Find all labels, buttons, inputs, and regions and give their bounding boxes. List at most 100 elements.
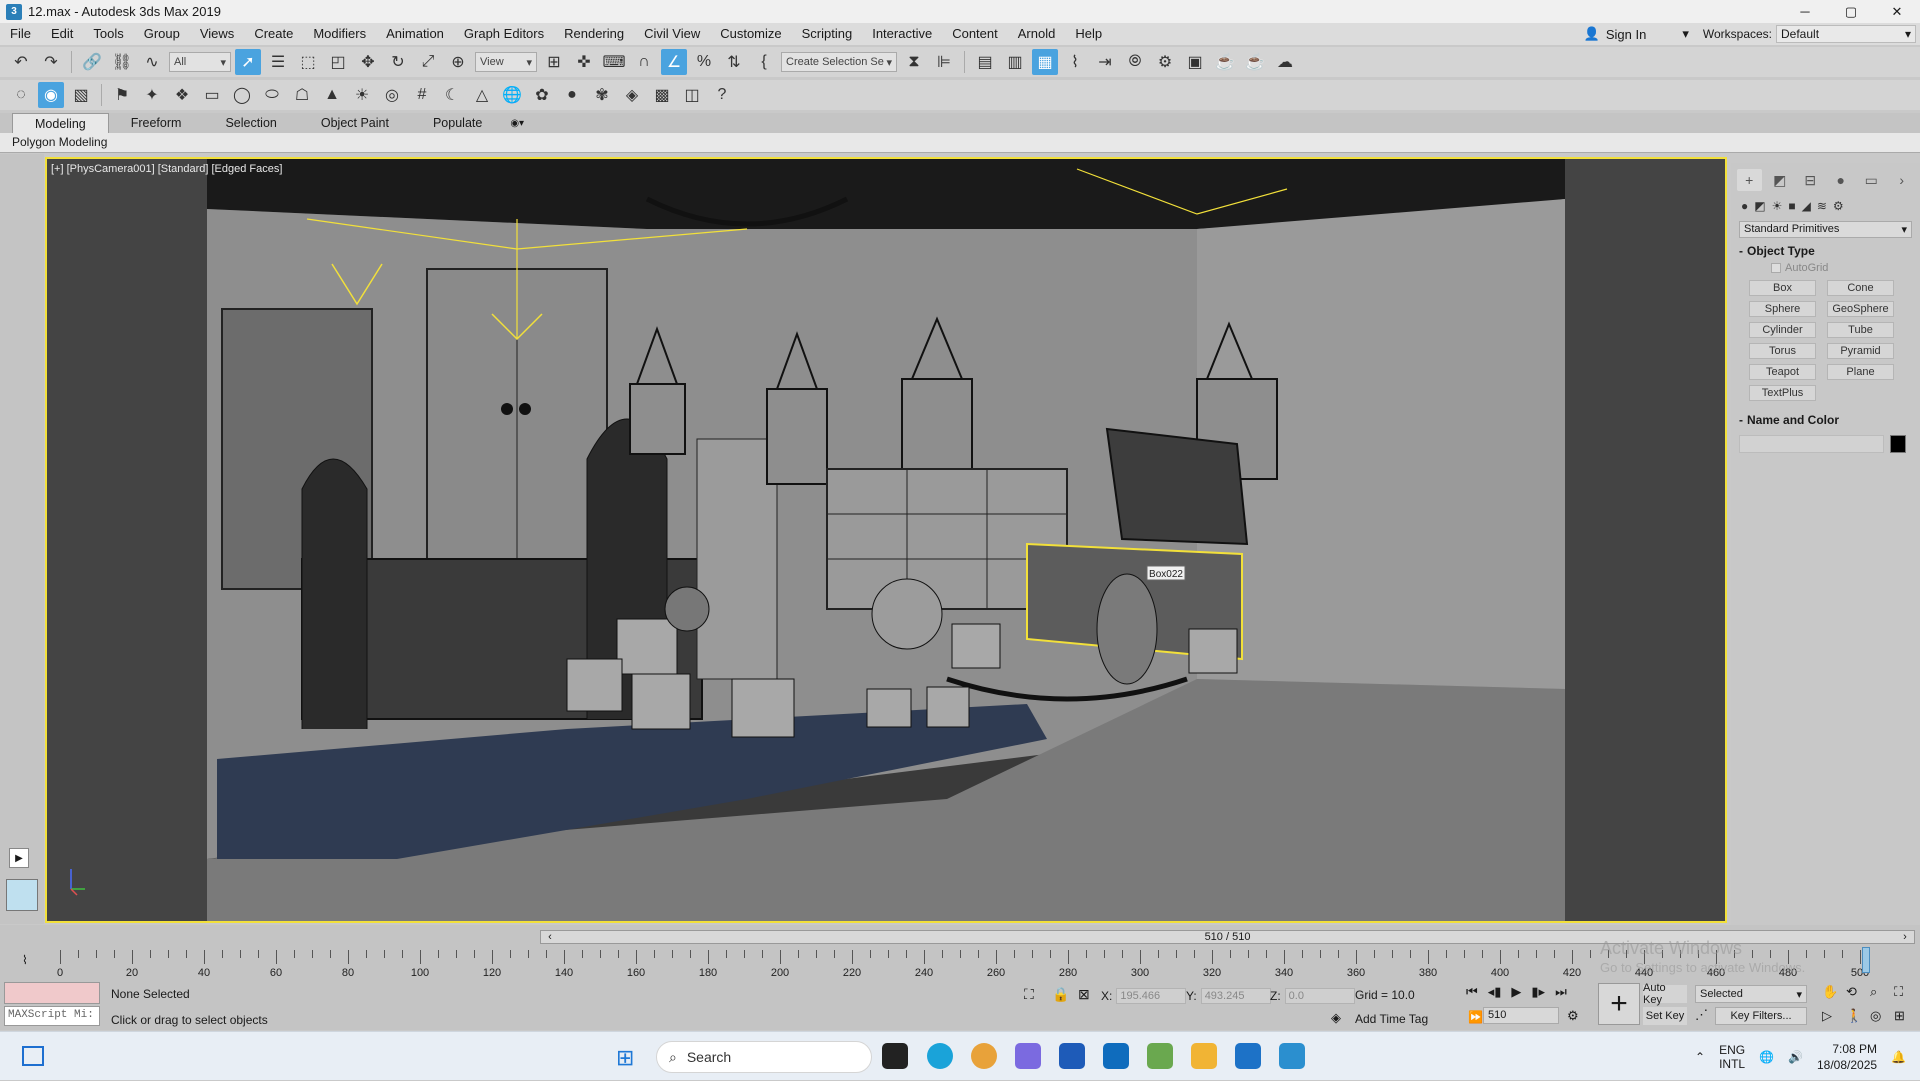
grid-icon[interactable]: # [409, 82, 435, 108]
ribbon-options-icon[interactable]: ◉▾ [510, 118, 524, 129]
scene-explorer-icon[interactable]: ▤ [972, 49, 998, 75]
tab-modeling[interactable]: Modeling [12, 113, 109, 133]
autogrid-checkbox[interactable]: AutoGrid [1771, 262, 1920, 274]
curve-toggle-icon[interactable]: ⌇ [22, 953, 28, 967]
menu-tools[interactable]: Tools [83, 23, 133, 45]
display-tab-icon[interactable]: ▭ [1859, 169, 1884, 191]
key-filters-button[interactable]: Key Filters... [1715, 1007, 1807, 1025]
app-icon[interactable] [1147, 1043, 1173, 1069]
primitive-category-dropdown[interactable]: Standard Primitives ▾ [1739, 221, 1912, 238]
x-field[interactable]: 195.466 [1116, 988, 1187, 1004]
motion-tab-icon[interactable]: ● [1829, 169, 1854, 191]
cone-button[interactable]: Cone [1827, 280, 1894, 296]
selection-lock-icon[interactable]: 🔒 [1052, 986, 1069, 1003]
menu-customize[interactable]: Customize [710, 23, 791, 45]
set-keys-icon[interactable]: + [1598, 983, 1640, 1025]
current-frame-field[interactable]: 510 [1483, 1007, 1559, 1024]
store-icon[interactable] [1059, 1043, 1085, 1069]
close-button[interactable]: ✕ [1874, 0, 1920, 23]
object-color-swatch[interactable] [1890, 435, 1906, 453]
shapes-icon[interactable]: ◩ [1754, 199, 1765, 213]
viewport-layout-icon[interactable]: ◉ [38, 82, 64, 108]
torus-button[interactable]: Torus [1749, 343, 1816, 359]
bind-spacewarp-icon[interactable]: ∿ [139, 49, 165, 75]
workspace-dropdown[interactable]: Default ▾ [1776, 25, 1916, 43]
select-by-name-icon[interactable]: ☰ [265, 49, 291, 75]
play-icon[interactable]: ▶ [1511, 984, 1521, 1000]
tab-populate[interactable]: Populate [411, 113, 504, 133]
modify-tab-icon[interactable]: ◩ [1768, 169, 1793, 191]
time-config-icon[interactable]: ⚙ [1567, 1008, 1579, 1024]
rotate-icon[interactable]: ↻ [385, 49, 411, 75]
menu-edit[interactable]: Edit [41, 23, 83, 45]
reference-coordinate-dropdown[interactable]: View ▾ [475, 52, 537, 72]
maximize-viewport-icon[interactable]: ⊞ [1894, 1008, 1905, 1024]
minimize-button[interactable]: ─ [1782, 0, 1828, 23]
absolute-mode-icon[interactable]: ⊠ [1078, 986, 1090, 1003]
unlink-icon[interactable]: ⛓ [109, 49, 135, 75]
create-tab-icon[interactable]: + [1737, 169, 1762, 191]
key-mode-dropdown[interactable]: Selected ▾ [1695, 985, 1807, 1003]
time-tag-icon[interactable]: ◈ [1331, 1010, 1341, 1026]
selection-filter-dropdown[interactable]: All ▾ [169, 52, 231, 72]
sphere-button[interactable]: Sphere [1749, 301, 1816, 317]
geosphere-button[interactable]: GeoSphere [1827, 301, 1894, 317]
brush-presets-icon[interactable]: ✦ [139, 82, 165, 108]
helpers-icon[interactable]: ◢ [1802, 199, 1811, 213]
spacewarps-icon[interactable]: ≋ [1817, 199, 1827, 213]
chevron-up-icon[interactable]: ⌃ [1695, 1050, 1705, 1064]
set-key-button[interactable]: Set Key [1643, 1007, 1687, 1025]
moon-icon[interactable]: ☾ [439, 82, 465, 108]
key-mode-toggle-icon[interactable]: ⏩ [1468, 1010, 1483, 1024]
outlook-icon[interactable] [1103, 1043, 1129, 1069]
zoom-icon[interactable]: ⌕ [1870, 984, 1877, 1000]
geometry-icon[interactable]: ● [1741, 199, 1748, 213]
asset-tracking-icon[interactable]: ▧ [68, 82, 94, 108]
menu-rendering[interactable]: Rendering [554, 23, 634, 45]
go-to-start-icon[interactable]: ⏮ [1466, 984, 1478, 1000]
zoom-extents-icon[interactable]: ⛶ [1894, 984, 1903, 1000]
viewport-label[interactable]: [+] [PhysCamera001] [Standard] [Edged Fa… [51, 163, 282, 175]
place-icon[interactable]: ⊕ [445, 49, 471, 75]
menu-file[interactable]: File [0, 23, 41, 45]
pyramid-icon[interactable]: △ [469, 82, 495, 108]
sign-in-button[interactable]: 👤 Sign In ▾ [1584, 26, 1689, 42]
xref-icon[interactable]: ❖ [169, 82, 195, 108]
windows-start-icon[interactable]: ⊞ [616, 1045, 634, 1071]
rendered-frame-window-icon[interactable]: ▣ [1182, 49, 1208, 75]
next-frame-icon[interactable]: ▮▸ [1531, 984, 1545, 1000]
maxscript-mini-input[interactable]: MAXScript Mi: [4, 1006, 100, 1026]
menu-content[interactable]: Content [942, 23, 1008, 45]
auto-key-button[interactable]: Auto Key [1643, 982, 1687, 1006]
tab-object-paint[interactable]: Object Paint [299, 113, 411, 133]
notification-bell-icon[interactable]: 🔔 [1891, 1050, 1906, 1064]
teapot-primitive-icon[interactable]: ☖ [289, 82, 315, 108]
select-manipulate-icon[interactable]: ✜ [571, 49, 597, 75]
select-object-icon[interactable]: ➚ [235, 49, 261, 75]
3dsmax-active-taskbar-icon[interactable] [1279, 1043, 1305, 1069]
name-color-rollout[interactable]: - Name and Color [1739, 413, 1912, 427]
y-field[interactable]: 493.245 [1200, 988, 1271, 1004]
input-language[interactable]: ENG INTL [1719, 1043, 1745, 1071]
hierarchy-tab-icon[interactable]: ⊟ [1798, 169, 1823, 191]
lights-icon[interactable]: ☀ [1772, 199, 1783, 213]
camera-icon[interactable]: ◫ [679, 82, 705, 108]
menu-animation[interactable]: Animation [376, 23, 454, 45]
viewcube-mini-icon[interactable] [6, 879, 38, 911]
material-map-icon[interactable]: ✾ [589, 82, 615, 108]
spinner-snap-icon[interactable]: ⇅ [721, 49, 747, 75]
edit-named-selection-icon[interactable]: { [751, 49, 777, 75]
snaps-toggle-icon[interactable]: ∩ [631, 49, 657, 75]
render-cloud-icon[interactable]: ☁ [1272, 49, 1298, 75]
menu-civil-view[interactable]: Civil View [634, 23, 710, 45]
box-button[interactable]: Box [1749, 280, 1816, 296]
tab-selection[interactable]: Selection [203, 113, 298, 133]
scale-icon[interactable]: ⤢ [415, 49, 441, 75]
task-view-icon[interactable] [882, 1043, 908, 1069]
material-sphere-icon[interactable]: ● [559, 82, 585, 108]
box-primitive-icon[interactable]: ▭ [199, 82, 225, 108]
network-icon[interactable]: 🌐 [1759, 1050, 1774, 1064]
prev-frame-icon[interactable]: ◂▮ [1488, 984, 1502, 1000]
render-iterative-icon[interactable]: ☕ [1242, 49, 1268, 75]
tube-button[interactable]: Tube [1827, 322, 1894, 338]
